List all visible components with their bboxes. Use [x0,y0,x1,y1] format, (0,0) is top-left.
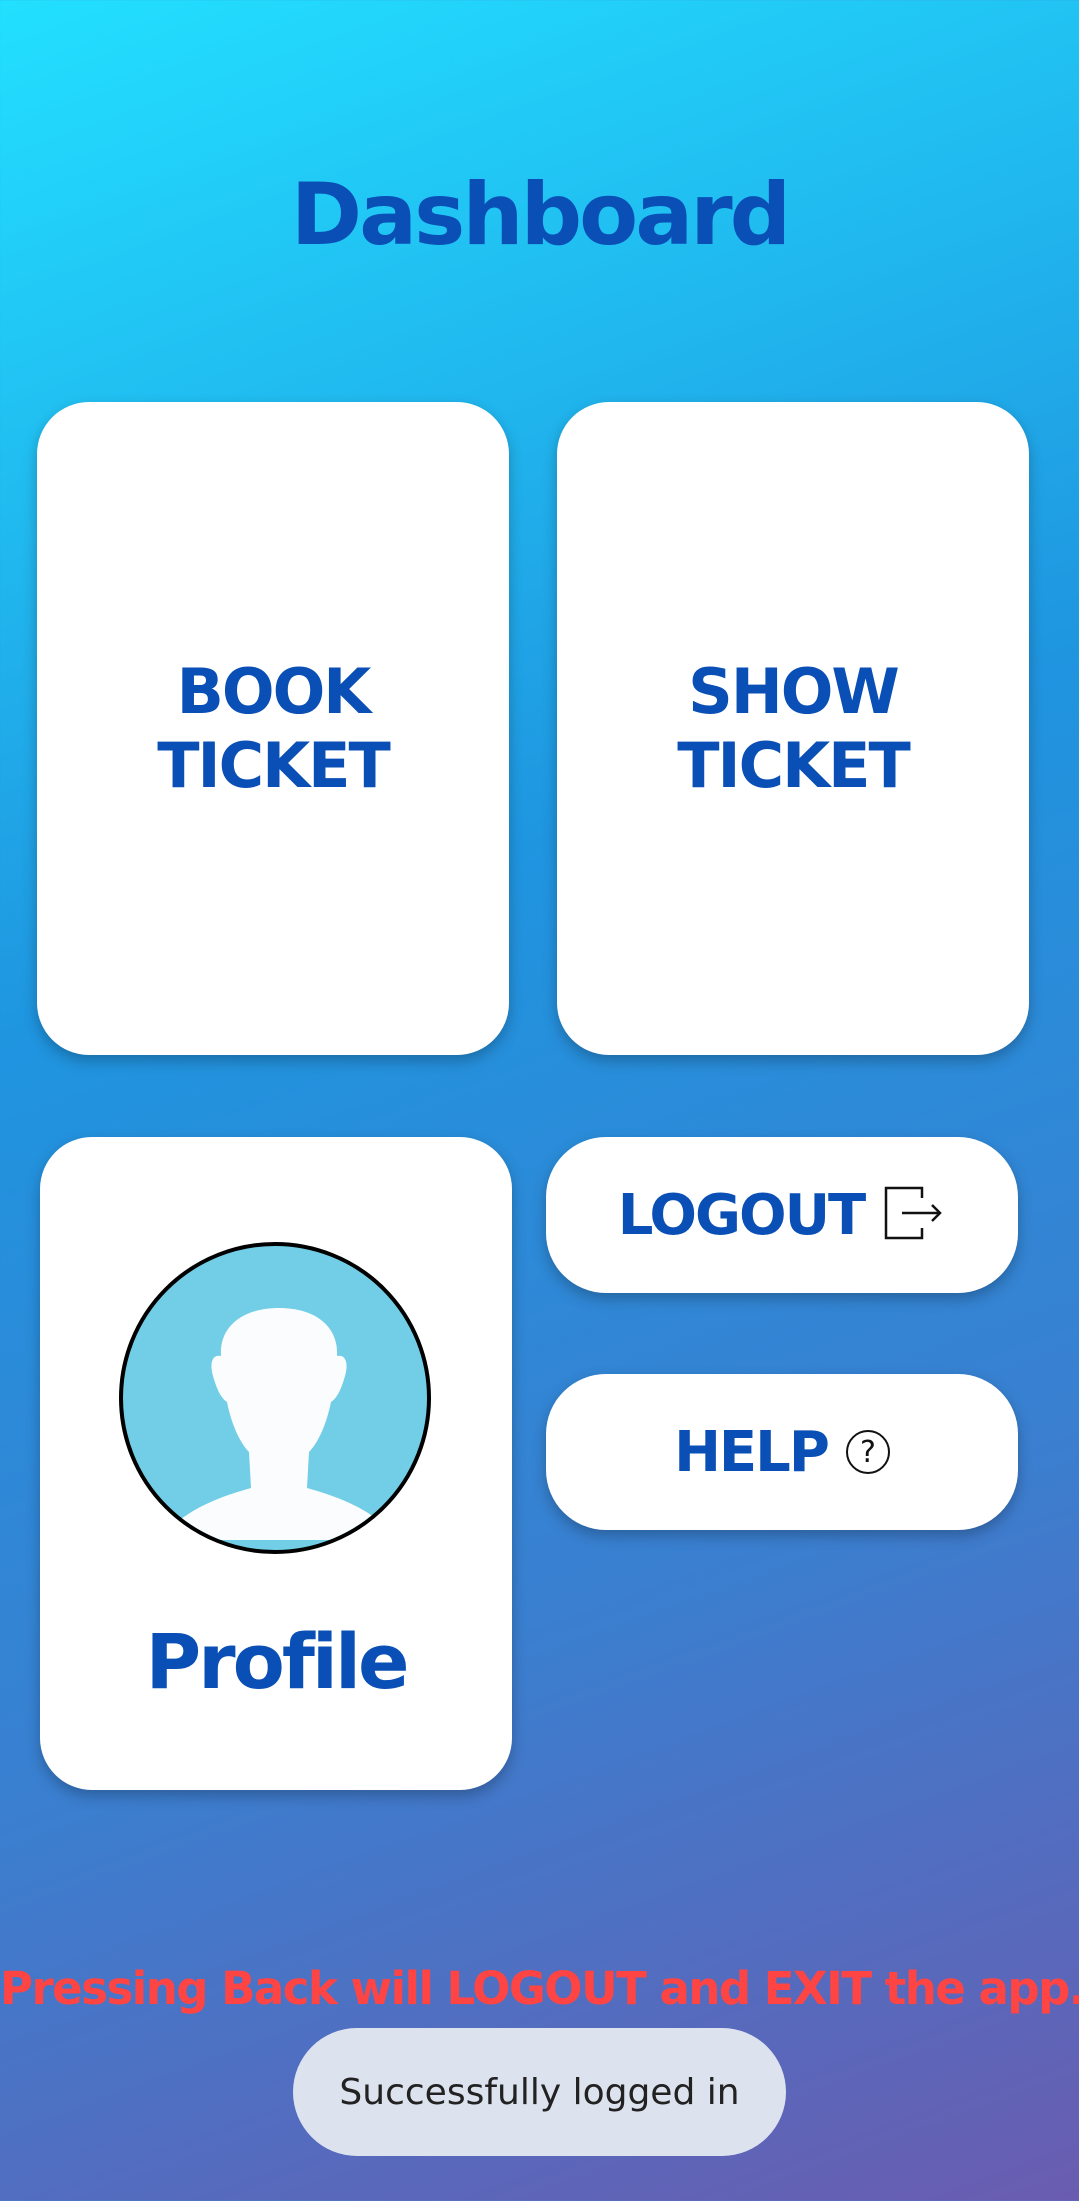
back-warning-text: Pressing Back will LOGOUT and EXIT the a… [0,1962,1079,2015]
help-label: HELP [674,1419,830,1485]
login-toast: Successfully logged in [293,2028,786,2156]
help-button[interactable]: HELP ? [546,1374,1018,1530]
profile-label: Profile [145,1617,409,1706]
logout-button[interactable]: LOGOUT [546,1137,1018,1293]
user-silhouette-icon [119,1242,431,1554]
show-ticket-label: SHOW TICKET [677,654,911,802]
question-circle-icon: ? [845,1430,890,1474]
profile-button[interactable]: Profile [40,1137,512,1790]
logout-label: LOGOUT [617,1182,867,1248]
book-ticket-label: BOOK TICKET [157,654,391,802]
page-title: Dashboard [290,165,791,265]
logout-icon [882,1184,946,1246]
book-ticket-button[interactable]: BOOK TICKET [37,402,509,1055]
show-ticket-button[interactable]: SHOW TICKET [557,402,1029,1055]
